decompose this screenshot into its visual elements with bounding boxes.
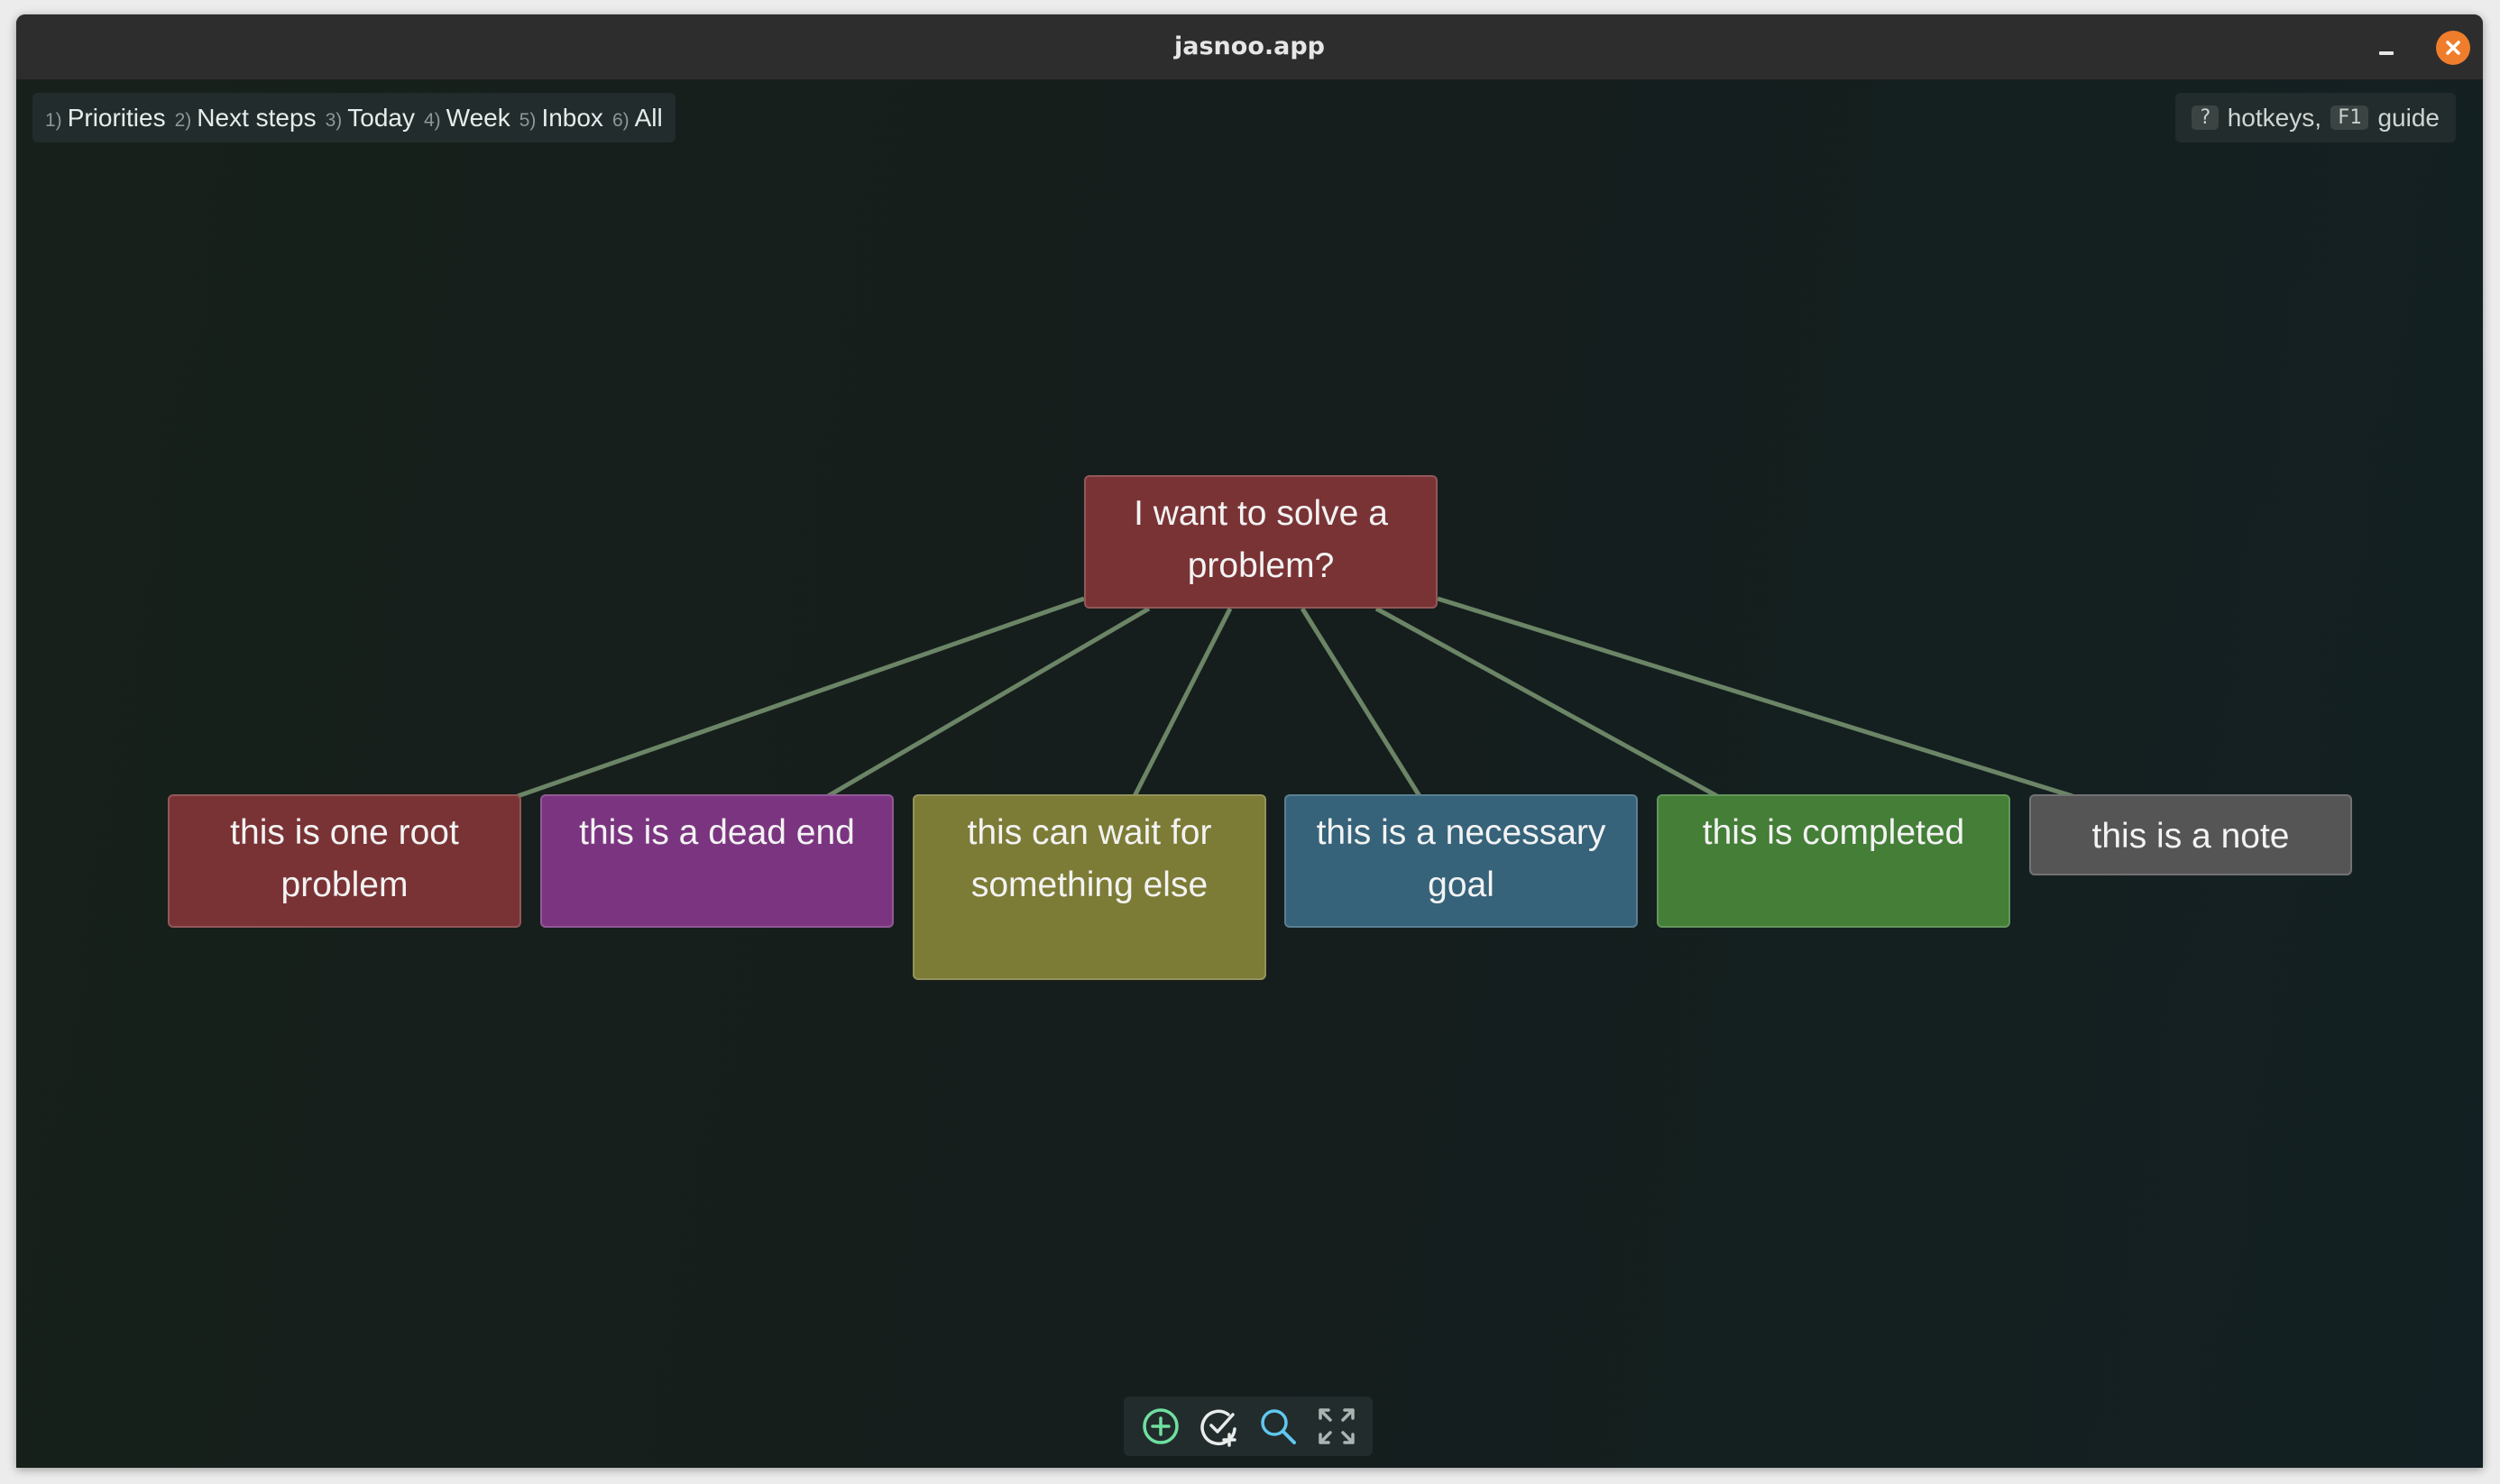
add-task-button[interactable]	[1195, 1402, 1244, 1451]
tab-number: 1)	[45, 109, 62, 131]
node-text: this can wait for something else	[967, 813, 1212, 904]
tab-today[interactable]: 3) Today	[326, 104, 415, 133]
child-node-necessary-goal[interactable]: this is a necessary goal	[1284, 794, 1638, 928]
close-icon	[2446, 41, 2460, 55]
guide-label: guide	[2377, 103, 2440, 132]
hotkeys-label: hotkeys,	[2227, 103, 2321, 132]
tab-all[interactable]: 6) All	[612, 104, 663, 133]
child-node-dead-end[interactable]: this is a dead end	[540, 794, 894, 928]
tab-number: 4)	[423, 109, 441, 131]
help-hint: ? hotkeys, F1 guide	[2175, 93, 2456, 142]
node-text: this is a necessary goal	[1316, 813, 1606, 904]
tab-number: 2)	[174, 109, 192, 131]
tab-number: 3)	[325, 109, 343, 131]
tab-label: Priorities	[67, 103, 166, 132]
tab-priorities[interactable]: 1) Priorities	[45, 104, 166, 133]
guide-key[interactable]: F1	[2330, 105, 2369, 130]
minimize-icon	[2379, 51, 2394, 55]
tab-number: 6)	[611, 109, 630, 131]
tab-week[interactable]: 4) Week	[424, 104, 510, 133]
check-plus-icon	[1199, 1409, 1236, 1447]
view-tabs: 1) Priorities 2) Next steps 3) Today 4) …	[32, 93, 676, 142]
graph-canvas[interactable]: 1) Priorities 2) Next steps 3) Today 4) …	[16, 80, 2483, 1468]
node-text: I want to solve a problem?	[1134, 494, 1388, 585]
graph-edges	[517, 596, 2073, 799]
search-button[interactable]	[1254, 1402, 1302, 1451]
hotkeys-key[interactable]: ?	[2192, 105, 2219, 130]
edge-line	[1437, 596, 2073, 799]
close-button[interactable]	[2436, 31, 2470, 65]
child-node-can-wait[interactable]: this can wait for something else	[913, 794, 1266, 980]
app-window: jasnoo.app 1) Priorities 2) Next steps 3…	[16, 14, 2483, 1468]
node-text: this is a note	[2091, 817, 2290, 856]
tab-label: Inbox	[541, 103, 603, 132]
title-bar: jasnoo.app	[16, 14, 2483, 80]
child-node-note[interactable]: this is a note	[2029, 794, 2352, 875]
edge-line	[1374, 606, 1719, 799]
child-node-root-problem[interactable]: this is one root problem	[168, 794, 521, 928]
child-node-completed[interactable]: this is completed	[1657, 794, 2010, 928]
tab-number: 5)	[519, 109, 537, 131]
edge-line	[1132, 607, 1233, 798]
root-node[interactable]: I want to solve a problem?	[1084, 475, 1438, 609]
node-text: this is completed	[1702, 813, 1965, 852]
node-text: this is a dead end	[579, 813, 855, 852]
tab-inbox[interactable]: 5) Inbox	[519, 104, 603, 133]
window-title: jasnoo.app	[1174, 32, 1325, 60]
tab-label: Next steps	[197, 103, 317, 132]
bottom-toolbar	[1124, 1397, 1373, 1456]
plus-circle-icon	[1142, 1408, 1179, 1444]
search-icon	[1260, 1409, 1296, 1444]
minimize-button[interactable]	[2371, 32, 2402, 63]
expand-icon	[1318, 1408, 1355, 1444]
edge-line	[826, 606, 1151, 799]
edge-line	[1300, 607, 1422, 798]
tab-label: Today	[347, 103, 415, 132]
tab-next-steps[interactable]: 2) Next steps	[175, 104, 317, 133]
add-node-button[interactable]	[1136, 1402, 1185, 1451]
fit-view-button[interactable]	[1312, 1402, 1361, 1451]
tab-label: All	[634, 103, 663, 132]
tab-label: Week	[446, 103, 510, 132]
node-text: this is one root problem	[230, 813, 459, 904]
